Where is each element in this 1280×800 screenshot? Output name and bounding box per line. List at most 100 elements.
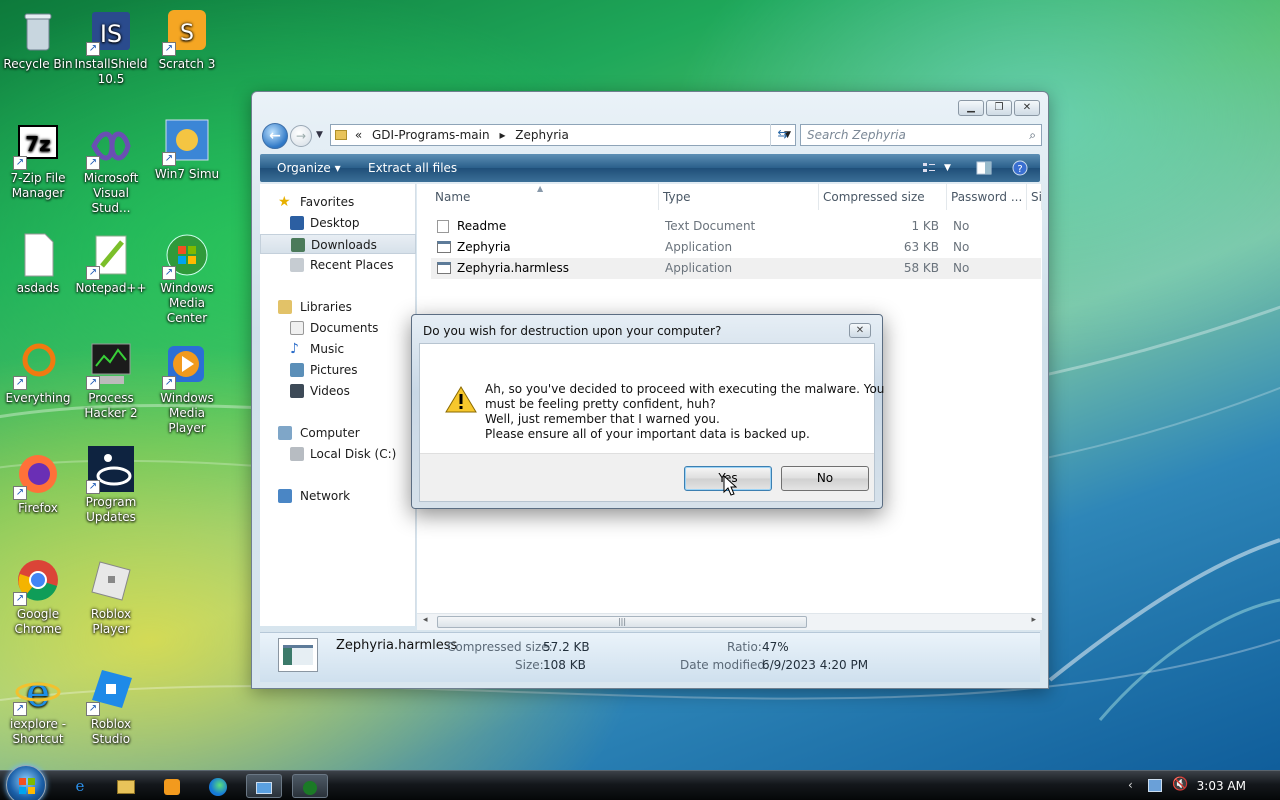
svg-text:IS: IS [100, 20, 122, 48]
table-row[interactable]: Zephyria Application 63 KB No [431, 237, 1041, 258]
organize-menu[interactable]: Organize ▾ [277, 161, 341, 175]
nav-recent-places[interactable]: Recent Places [260, 255, 416, 275]
back-button[interactable]: ← [262, 123, 288, 149]
recent-pages-dropdown[interactable]: ▼ [316, 130, 323, 140]
shortcut-arrow-icon: ↗ [162, 42, 176, 56]
nav-libraries[interactable]: Libraries [260, 297, 416, 317]
no-button[interactable]: No [781, 466, 869, 491]
show-hidden-icons-icon[interactable]: ‹ [1128, 778, 1133, 792]
scrollbar-thumb[interactable]: ||| [437, 616, 807, 628]
desktop-icon-label: asdads [16, 281, 60, 295]
address-bar[interactable]: « GDI-Programs-main ▸ Zephyria ▼ [330, 124, 796, 146]
desktop-icon-roblox-player[interactable]: Roblox Player [73, 558, 149, 637]
desktop-icon-label: InstallShield 10.5 [74, 57, 148, 86]
breadcrumb-overflow[interactable]: « [355, 128, 362, 142]
nav-label: Downloads [311, 238, 377, 252]
views-dropdown-icon[interactable]: ▼ [944, 160, 960, 176]
taskbar-explorer-icon[interactable] [108, 774, 144, 798]
desktop-icon-media-center[interactable]: ↗ Windows Media Center [149, 232, 225, 326]
desktop-icon-firefox[interactable]: ↗ Firefox [0, 452, 76, 516]
svg-text:e: e [26, 670, 50, 714]
desktop-icon-process-hacker[interactable]: ↗ Process Hacker 2 [73, 342, 149, 421]
column-compressed-size[interactable]: Compressed size [819, 184, 947, 210]
taskbar-edge-icon[interactable] [200, 774, 236, 798]
desktop-icon-label: Roblox Player [90, 607, 132, 636]
breadcrumb-separator-icon[interactable]: ▸ [499, 128, 505, 142]
dialog-message-line: Ah, so you've decided to proceed with ex… [485, 382, 885, 396]
desktop-icon-installshield[interactable]: IS ↗ InstallShield 10.5 [73, 8, 149, 87]
shortcut-arrow-icon: ↗ [86, 156, 100, 170]
search-input[interactable]: Search Zephyria ⌕ [800, 124, 1042, 146]
desktop-icon-program-updates[interactable]: ↗ Program Updates [73, 446, 149, 525]
column-name[interactable]: Name [431, 184, 659, 210]
desktop-icon-label: Google Chrome [14, 607, 62, 636]
network-status-icon[interactable] [1148, 779, 1162, 792]
win7-simu-icon: ↗ [162, 118, 210, 166]
views-icon[interactable] [921, 160, 937, 176]
extract-all-button[interactable]: Extract all files [368, 161, 457, 175]
close-button[interactable]: ✕ [1014, 100, 1040, 116]
shortcut-arrow-icon: ↗ [13, 156, 27, 170]
breadcrumb-gdi-programs-main[interactable]: GDI-Programs-main [372, 128, 490, 142]
nav-videos[interactable]: Videos [260, 381, 416, 401]
volume-muted-icon[interactable]: 🔇 [1172, 777, 1188, 792]
nav-favorites[interactable]: ★ Favorites [260, 192, 416, 212]
nav-documents[interactable]: Documents [260, 318, 416, 338]
navigation-pane: ★ Favorites Desktop Downloads Recent Plac… [260, 184, 416, 626]
dialog-message-line: Well, just remember that I warned you. [485, 412, 720, 426]
desktop-icon-roblox-studio[interactable]: ↗ Roblox Studio [73, 668, 149, 747]
refresh-button[interactable]: ⇆ [770, 124, 794, 146]
installshield-icon: IS ↗ [86, 8, 134, 56]
column-size[interactable]: Si [1027, 184, 1042, 210]
search-icon[interactable]: ⌕ [1029, 125, 1036, 145]
taskbar: e ‹ 🔇 3:03 AM [0, 765, 1280, 800]
table-row[interactable]: Readme Text Document 1 KB No [431, 216, 1041, 237]
desktop-icon-win7-simu[interactable]: ↗ Win7 Simu [149, 118, 225, 182]
nav-local-disk[interactable]: Local Disk (C:) [260, 444, 416, 464]
nav-desktop[interactable]: Desktop [260, 213, 416, 233]
nav-music[interactable]: ♪ Music [260, 339, 416, 359]
nav-network[interactable]: Network [260, 486, 416, 506]
roblox-studio-icon: ↗ [86, 668, 134, 716]
taskbar-media-player-icon[interactable] [154, 774, 190, 798]
horizontal-scrollbar[interactable]: ◂ ||| ▸ [417, 613, 1042, 630]
table-row-selected[interactable]: Zephyria.harmless Application 58 KB No [431, 258, 1041, 279]
clock[interactable]: 3:03 AM [1197, 779, 1246, 793]
scroll-right-icon[interactable]: ▸ [1031, 615, 1036, 625]
desktop-icon-scratch[interactable]: S ↗ Scratch 3 [149, 8, 225, 72]
recent-places-icon [290, 258, 304, 272]
taskbar-win7-simu-icon[interactable] [246, 774, 282, 798]
mouse-cursor-icon [723, 475, 737, 496]
column-password[interactable]: Password ... [947, 184, 1027, 210]
minimize-button[interactable]: ▁ [958, 100, 984, 116]
desktop-icon-notepadpp[interactable]: ↗ Notepad++ [73, 232, 149, 296]
desktop-icon-label: Win7 Simu [154, 167, 220, 181]
help-icon[interactable]: ? [1012, 160, 1028, 176]
breadcrumb-zephyria[interactable]: Zephyria [515, 128, 569, 142]
start-button[interactable] [6, 765, 46, 800]
desktop-icon-iexplore[interactable]: e ↗ iexplore - Shortcut [0, 668, 76, 747]
desktop-icon-asdads[interactable]: asdads [0, 232, 76, 296]
nav-downloads[interactable]: Downloads [260, 234, 416, 254]
maximize-button[interactable]: ❐ [986, 100, 1012, 116]
desktop-icon-visual-studio[interactable]: ↗ Microsoft Visual Stud... [73, 122, 149, 216]
dialog-message: Ah, so you've decided to proceed with ex… [485, 382, 885, 442]
desktop-icon-chrome[interactable]: ↗ Google Chrome [0, 558, 76, 637]
preview-pane-icon[interactable] [976, 160, 992, 176]
nav-pictures[interactable]: Pictures [260, 360, 416, 380]
scroll-left-icon[interactable]: ◂ [423, 615, 428, 625]
nav-label: Local Disk (C:) [310, 447, 397, 461]
desktop-icon-media-player[interactable]: ↗ Windows Media Player [149, 342, 225, 436]
desktop-icon-everything[interactable]: ↗ Everything [0, 342, 76, 406]
nav-computer[interactable]: Computer [260, 423, 416, 443]
shortcut-arrow-icon: ↗ [162, 376, 176, 390]
taskbar-internet-explorer-icon[interactable]: e [62, 774, 98, 798]
taskbar-zephyria-icon[interactable] [292, 774, 328, 798]
dialog-close-button[interactable]: ✕ [849, 323, 871, 338]
desktop-icon-recycle-bin[interactable]: Recycle Bin [0, 8, 76, 72]
shortcut-arrow-icon: ↗ [86, 266, 100, 280]
desktop-icon-7zip[interactable]: 7z ↗ 7-Zip File Manager [0, 122, 76, 201]
shortcut-arrow-icon: ↗ [13, 486, 27, 500]
column-type[interactable]: Type [659, 184, 819, 210]
forward-button[interactable]: → [290, 125, 312, 147]
